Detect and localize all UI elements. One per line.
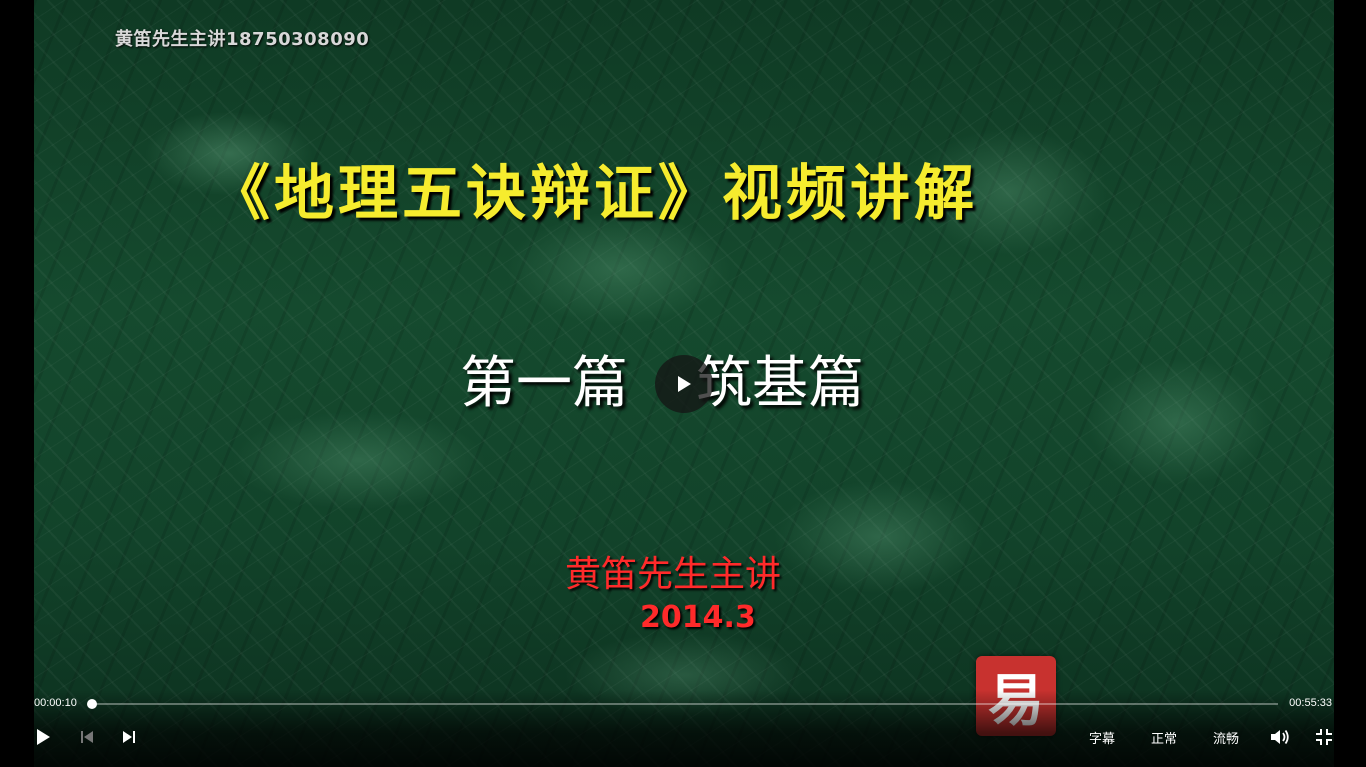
play-icon [678, 376, 691, 392]
quality-button[interactable]: 流畅 [1213, 728, 1239, 747]
subtitle-part-left: 第一篇 [460, 351, 628, 416]
subtitle-part-right: 筑基篇 [696, 351, 864, 416]
play-button[interactable] [32, 726, 54, 748]
playback-speed-button[interactable]: 正常 [1151, 728, 1177, 747]
volume-button[interactable] [1269, 726, 1291, 748]
play-icon [37, 729, 50, 745]
subtitle-button[interactable]: 字幕 [1089, 728, 1115, 747]
volume-icon [1271, 729, 1289, 745]
skip-previous-icon [81, 731, 93, 743]
control-bar: 00:00:10 00:55:33 字幕 正常 流畅 [0, 690, 1366, 767]
video-title-text: 《地理五诀辩证》视频讲解 [210, 159, 978, 229]
skip-next-icon [123, 731, 135, 743]
video-player[interactable]: 黄笛先生主讲18750308090 《地理五诀辩证》视频讲解 第一篇 筑基篇 黄笛… [0, 0, 1366, 767]
video-watermark: 黄笛先生主讲18750308090 [115, 29, 370, 50]
current-time: 00:00:10 [34, 697, 77, 709]
center-play-button[interactable] [655, 355, 713, 413]
progress-handle[interactable] [86, 699, 97, 709]
progress-bar[interactable] [86, 699, 1278, 709]
presenter-text: 黄笛先生主讲 [565, 554, 782, 595]
exit-fullscreen-button[interactable] [1313, 726, 1335, 748]
previous-button[interactable] [76, 726, 98, 748]
next-button[interactable] [118, 726, 140, 748]
exit-fullscreen-icon [1316, 729, 1332, 745]
date-text: 2014.3 [640, 600, 756, 635]
total-time: 00:55:33 [1289, 697, 1332, 709]
